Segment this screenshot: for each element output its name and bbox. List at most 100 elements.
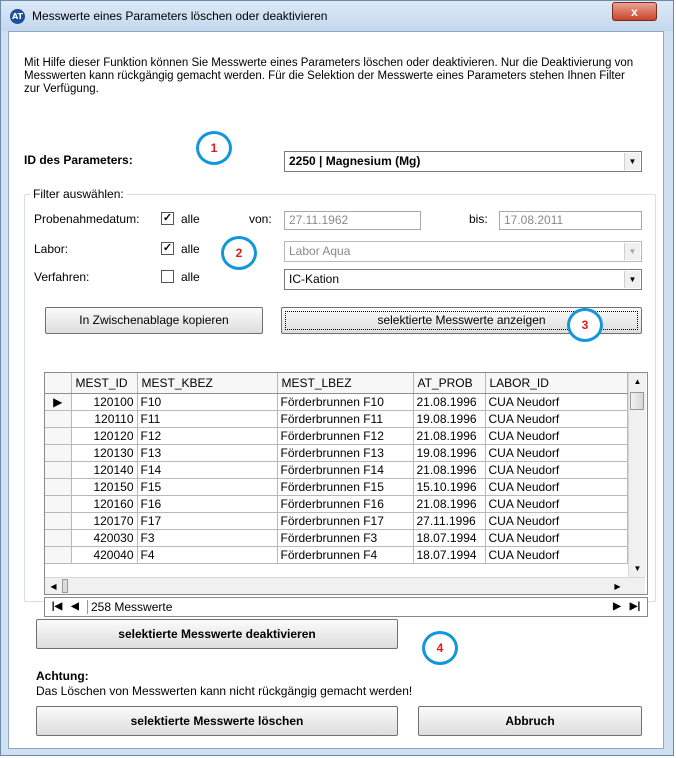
table-cell[interactable]: CUA Neudorf bbox=[485, 495, 628, 513]
dropdown-arrow-icon[interactable]: ▼ bbox=[624, 271, 640, 288]
table-cell[interactable]: 120130 bbox=[71, 444, 138, 462]
previous-record-icon[interactable]: ◀ bbox=[67, 599, 83, 615]
first-record-icon[interactable]: |◀ bbox=[49, 599, 65, 615]
table-cell[interactable]: 120150 bbox=[71, 478, 138, 496]
table-cell[interactable]: CUA Neudorf bbox=[485, 427, 628, 445]
table-cell[interactable]: CUA Neudorf bbox=[485, 461, 628, 479]
table-cell[interactable]: 120100 bbox=[71, 393, 138, 411]
table-cell[interactable]: 120140 bbox=[71, 461, 138, 479]
table-cell[interactable]: F14 bbox=[137, 461, 278, 479]
copy-clipboard-button[interactable]: In Zwischenablage kopieren bbox=[45, 307, 263, 334]
window-title: Messwerte eines Parameters löschen oder … bbox=[32, 9, 328, 23]
table-cell[interactable]: Förderbrunnen F10 bbox=[277, 393, 414, 411]
table-cell[interactable]: F12 bbox=[137, 427, 278, 445]
deactivate-button[interactable]: selektierte Messwerte deaktivieren bbox=[36, 619, 398, 649]
row-indicator-header bbox=[45, 373, 72, 394]
cancel-button[interactable]: Abbruch bbox=[418, 706, 642, 736]
scroll-down-icon[interactable]: ▼ bbox=[629, 560, 646, 577]
last-record-icon[interactable]: ▶| bbox=[627, 599, 643, 615]
table-cell[interactable]: 420040 bbox=[71, 546, 138, 564]
table-cell[interactable]: Förderbrunnen F17 bbox=[277, 512, 414, 530]
column-header[interactable]: LABOR_ID bbox=[485, 373, 628, 394]
table-cell[interactable]: 18.07.1994 bbox=[413, 546, 486, 564]
row-indicator bbox=[45, 495, 72, 513]
table-cell[interactable]: 19.08.1996 bbox=[413, 410, 486, 428]
table-row[interactable]: 420030 F3 Förderbrunnen F3 18.07.1994 CU… bbox=[45, 529, 628, 547]
table-cell[interactable]: F16 bbox=[137, 495, 278, 513]
table-cell[interactable]: 21.08.1996 bbox=[413, 393, 486, 411]
column-header[interactable]: MEST_LBEZ bbox=[277, 373, 414, 394]
table-cell[interactable]: 420030 bbox=[71, 529, 138, 547]
table-row[interactable]: 120160 F16 Förderbrunnen F16 21.08.1996 … bbox=[45, 495, 628, 513]
vertical-scrollbar[interactable]: ▲ ▼ bbox=[628, 373, 646, 577]
table-cell[interactable]: CUA Neudorf bbox=[485, 529, 628, 547]
table-cell[interactable]: Förderbrunnen F11 bbox=[277, 410, 414, 428]
table-cell[interactable]: CUA Neudorf bbox=[485, 410, 628, 428]
table-cell[interactable]: Förderbrunnen F14 bbox=[277, 461, 414, 479]
table-cell[interactable]: 27.11.1996 bbox=[413, 512, 486, 530]
filter-group-title: Filter auswählen: bbox=[30, 187, 127, 201]
horizontal-scrollbar[interactable]: ◀ ▶ bbox=[45, 577, 645, 594]
scroll-up-icon[interactable]: ▲ bbox=[629, 373, 646, 390]
labor-alle-checkbox[interactable]: ✓ bbox=[161, 242, 174, 255]
table-row[interactable]: 120140 F14 Förderbrunnen F14 21.08.1996 … bbox=[45, 461, 628, 479]
table-cell[interactable]: Förderbrunnen F4 bbox=[277, 546, 414, 564]
table-row[interactable]: 120110 F11 Förderbrunnen F11 19.08.1996 … bbox=[45, 410, 628, 428]
probenahme-alle-checkbox[interactable]: ✓ bbox=[161, 212, 174, 225]
next-record-icon[interactable]: ▶ bbox=[609, 599, 625, 615]
table-cell[interactable]: F13 bbox=[137, 444, 278, 462]
table-cell[interactable]: F4 bbox=[137, 546, 278, 564]
column-header[interactable]: AT_PROB bbox=[413, 373, 486, 394]
table-cell[interactable]: 120120 bbox=[71, 427, 138, 445]
table-cell[interactable]: 120110 bbox=[71, 410, 138, 428]
table-row[interactable]: 120120 F12 Förderbrunnen F12 21.08.1996 … bbox=[45, 427, 628, 445]
table-cell[interactable]: CUA Neudorf bbox=[485, 478, 628, 496]
table-cell[interactable]: CUA Neudorf bbox=[485, 393, 628, 411]
table-cell[interactable]: F15 bbox=[137, 478, 278, 496]
table-cell[interactable]: 120160 bbox=[71, 495, 138, 513]
delete-button[interactable]: selektierte Messwerte löschen bbox=[36, 706, 398, 736]
table-cell[interactable]: CUA Neudorf bbox=[485, 546, 628, 564]
table-cell[interactable]: F10 bbox=[137, 393, 278, 411]
table-cell[interactable]: CUA Neudorf bbox=[485, 512, 628, 530]
table-row[interactable]: 120130 F13 Förderbrunnen F13 19.08.1996 … bbox=[45, 444, 628, 462]
table-row[interactable]: 120170 F17 Förderbrunnen F17 27.11.1996 … bbox=[45, 512, 628, 530]
horizontal-scroll-thumb[interactable] bbox=[62, 579, 68, 593]
column-header[interactable]: MEST_KBEZ bbox=[137, 373, 278, 394]
scroll-right-icon[interactable]: ▶ bbox=[609, 578, 626, 594]
table-cell[interactable]: 21.08.1996 bbox=[413, 495, 486, 513]
table-cell[interactable]: 15.10.1996 bbox=[413, 478, 486, 496]
von-date-field[interactable]: 27.11.1962 bbox=[284, 211, 421, 230]
table-row[interactable]: 420040 F4 Förderbrunnen F4 18.07.1994 CU… bbox=[45, 546, 628, 564]
title-bar[interactable]: AT Messwerte eines Parameters löschen od… bbox=[1, 1, 673, 31]
table-cell[interactable]: 19.08.1996 bbox=[413, 444, 486, 462]
labor-select[interactable]: Labor Aqua ▼ bbox=[284, 241, 642, 262]
table-row[interactable]: 120150 F15 Förderbrunnen F15 15.10.1996 … bbox=[45, 478, 628, 496]
table-cell[interactable]: Förderbrunnen F15 bbox=[277, 478, 414, 496]
table-cell[interactable]: F17 bbox=[137, 512, 278, 530]
dropdown-arrow-icon[interactable]: ▼ bbox=[624, 153, 640, 170]
table-cell[interactable]: Förderbrunnen F16 bbox=[277, 495, 414, 513]
table-cell[interactable]: 21.08.1996 bbox=[413, 427, 486, 445]
scroll-left-icon[interactable]: ◀ bbox=[45, 578, 62, 594]
verfahren-select[interactable]: IC-Kation ▼ bbox=[284, 269, 642, 290]
table-cell[interactable]: Förderbrunnen F13 bbox=[277, 444, 414, 462]
table-cell[interactable]: 120170 bbox=[71, 512, 138, 530]
table-cell[interactable]: CUA Neudorf bbox=[485, 444, 628, 462]
table-cell[interactable]: Förderbrunnen F12 bbox=[277, 427, 414, 445]
close-button[interactable]: x bbox=[612, 2, 657, 21]
table-cell[interactable]: Förderbrunnen F3 bbox=[277, 529, 414, 547]
vertical-scroll-thumb[interactable] bbox=[630, 392, 644, 410]
measurements-grid[interactable]: MEST_ID MEST_KBEZ MEST_LBEZ AT_PROB LABO… bbox=[44, 372, 648, 595]
table-cell[interactable]: 18.07.1994 bbox=[413, 529, 486, 547]
column-header[interactable]: MEST_ID bbox=[71, 373, 138, 394]
table-cell[interactable]: F3 bbox=[137, 529, 278, 547]
table-cell[interactable]: F11 bbox=[137, 410, 278, 428]
parameter-select[interactable]: 2250 | Magnesium (Mg) ▼ bbox=[284, 151, 642, 172]
dropdown-arrow-icon[interactable]: ▼ bbox=[624, 243, 640, 260]
app-icon: AT bbox=[10, 9, 25, 24]
verfahren-alle-checkbox[interactable] bbox=[161, 270, 174, 283]
table-cell[interactable]: 21.08.1996 bbox=[413, 461, 486, 479]
table-row[interactable]: ▶ 120100 F10 Förderbrunnen F10 21.08.199… bbox=[45, 393, 628, 411]
bis-date-field[interactable]: 17.08.2011 bbox=[499, 211, 642, 230]
